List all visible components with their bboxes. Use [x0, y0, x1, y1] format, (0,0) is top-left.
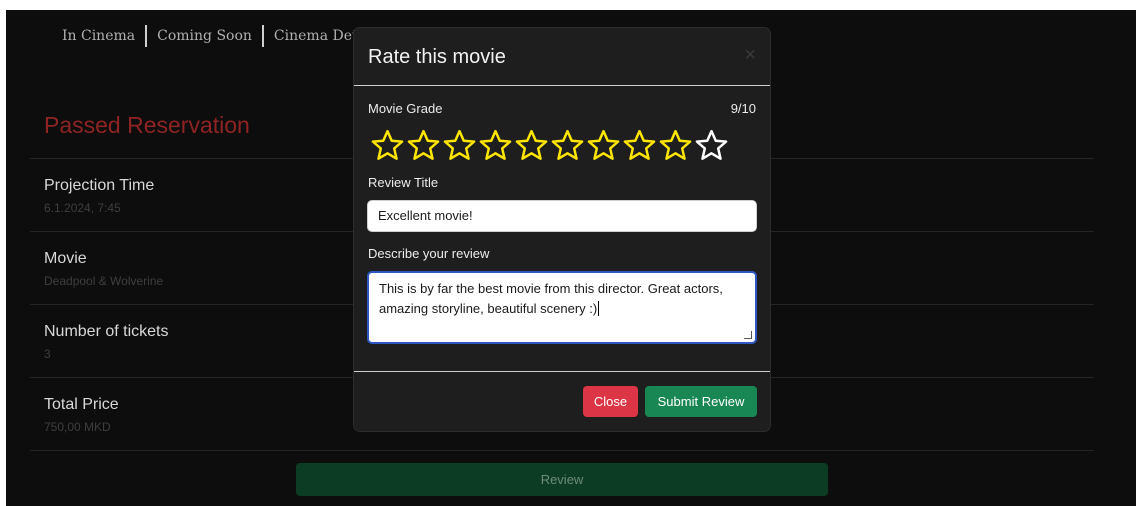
rate-movie-modal: Rate this movie × Movie Grade 9/10 Revie…	[354, 28, 770, 431]
star-icon[interactable]	[406, 128, 441, 164]
close-icon[interactable]: ×	[744, 44, 756, 67]
modal-footer: Close Submit Review	[354, 371, 770, 431]
detail-label: Projection Time	[44, 177, 155, 194]
review-title-label: Review Title	[368, 175, 439, 190]
resize-handle-icon[interactable]	[744, 331, 752, 339]
detail-label: Movie	[44, 250, 87, 267]
review-button[interactable]: Review	[296, 463, 828, 496]
top-nav: In Cinema Coming Soon Cinema Deta	[62, 22, 376, 50]
review-description-text: This is by far the best movie from this …	[379, 281, 723, 316]
grade-row: Movie Grade 9/10	[368, 101, 756, 116]
star-icon[interactable]	[658, 128, 693, 164]
submit-review-button[interactable]: Submit Review	[645, 386, 757, 417]
detail-label: Number of tickets	[44, 323, 169, 340]
detail-value: 3	[44, 347, 51, 361]
review-title-input[interactable]: Excellent movie!	[367, 200, 757, 232]
modal-title: Rate this movie	[368, 46, 506, 68]
text-cursor	[598, 301, 600, 316]
review-desc-label: Describe your review	[368, 246, 490, 261]
close-button[interactable]: Close	[583, 386, 638, 417]
star-icon[interactable]	[478, 128, 513, 164]
grade-label: Movie Grade	[368, 101, 443, 116]
page-heading: Passed Reservation	[44, 112, 250, 138]
star-icon[interactable]	[514, 128, 549, 164]
star-icon[interactable]	[622, 128, 657, 164]
app-window: In Cinema Coming Soon Cinema Deta Passed…	[6, 10, 1136, 506]
detail-value: 6.1.2024, 7:45	[44, 201, 121, 215]
star-icon[interactable]	[586, 128, 621, 164]
grade-value: 9/10	[730, 101, 756, 116]
modal-header: Rate this movie ×	[354, 28, 770, 86]
star-icon[interactable]	[370, 128, 405, 164]
review-description-textarea[interactable]: This is by far the best movie from this …	[367, 271, 757, 344]
nav-in-cinema[interactable]: In Cinema	[62, 28, 145, 44]
detail-value: 750,00 MKD	[44, 420, 111, 434]
star-icon[interactable]	[550, 128, 585, 164]
nav-coming-soon[interactable]: Coming Soon	[147, 28, 262, 44]
star-rating	[370, 128, 730, 164]
star-icon[interactable]	[442, 128, 477, 164]
star-icon[interactable]	[694, 128, 729, 164]
detail-label: Total Price	[44, 396, 119, 413]
detail-value: Deadpool & Wolverine	[44, 274, 164, 288]
